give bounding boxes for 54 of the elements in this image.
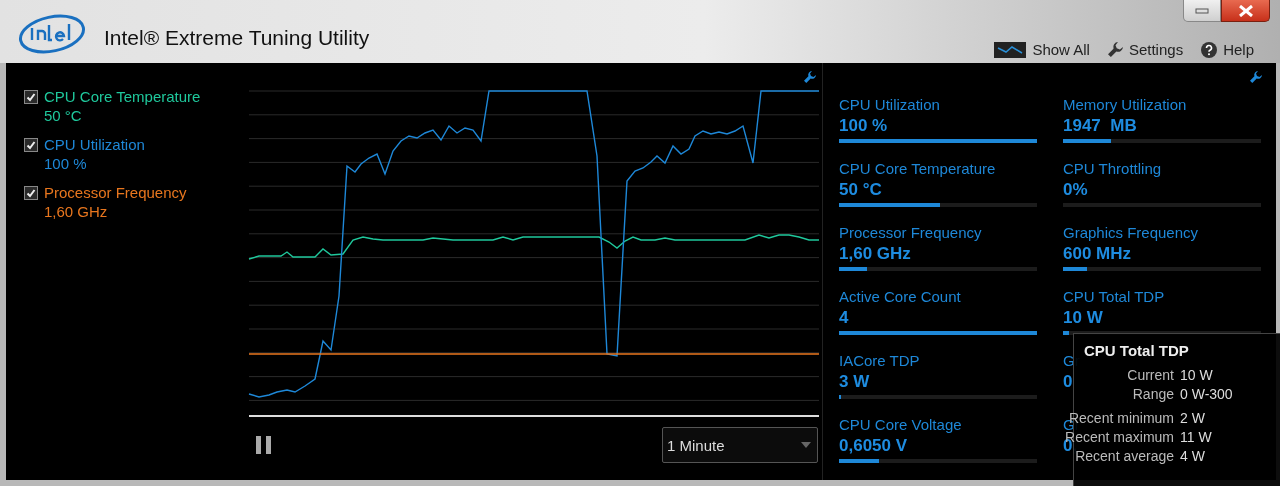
metric-value: 100 % <box>839 116 888 136</box>
metric-value: 0% <box>1063 180 1088 200</box>
tooltip-label: Recent average <box>1075 448 1174 464</box>
tooltip-value: 0 W-300 <box>1180 386 1234 402</box>
tooltip-label: Current <box>1127 367 1174 383</box>
metric-label: Processor Frequency <box>839 224 982 241</box>
metric-value: 1,60 GHz <box>839 244 911 264</box>
tooltip-label: Range <box>1132 386 1174 402</box>
metric-label: IACore TDP <box>839 352 920 369</box>
checkbox[interactable] <box>24 138 38 152</box>
legend-label: CPU Core Temperature <box>44 88 202 105</box>
legend-value: 1,60 GHz <box>44 203 109 220</box>
metric-label: CPU Utilization <box>839 96 940 113</box>
metric-label: Graphics Frequency <box>1063 224 1199 241</box>
metric-label: CPU Core Temperature <box>839 160 996 177</box>
tooltip-value: 4 W <box>1180 448 1206 464</box>
checkbox[interactable] <box>24 186 38 200</box>
tooltip-value: 2 W <box>1180 410 1206 426</box>
metric-value: 3 W <box>839 372 870 392</box>
tooltip-value: 10 W <box>1180 367 1214 383</box>
graph-icon <box>994 41 1027 58</box>
help-button[interactable]: Help <box>1201 41 1254 58</box>
caret-icon <box>801 442 811 448</box>
settings-button[interactable]: Settings <box>1107 41 1184 58</box>
metric-label: Memory Utilization <box>1063 96 1187 113</box>
metric-value: 1947 MB <box>1063 116 1137 136</box>
legend-label: CPU Utilization <box>44 136 146 153</box>
metric-value: 600 MHz <box>1063 244 1132 264</box>
legend-value: 100 % <box>44 155 88 172</box>
intel-logo <box>18 12 88 56</box>
metric-label: Active Core Count <box>839 288 961 305</box>
settings-icon[interactable] <box>1250 71 1262 83</box>
tooltip-title: CPU Total TDP <box>1084 342 1190 359</box>
metric-value: 4 <box>839 308 849 328</box>
metric-value: 10 W <box>1063 308 1103 328</box>
close-icon <box>1236 4 1255 17</box>
help-icon <box>1201 41 1218 58</box>
legend-label: Processor Frequency <box>44 184 188 201</box>
legend-value: 50 °C <box>44 107 83 124</box>
metric-label: CPU Total TDP <box>1063 288 1165 305</box>
tooltip-value: 11 W <box>1180 429 1213 445</box>
metric-value: 50 °C <box>839 180 882 200</box>
metric-label: CPU Core Voltage <box>839 416 962 433</box>
settings-icon[interactable] <box>804 71 816 83</box>
minimize-icon <box>1195 7 1209 14</box>
metric-value: 0 <box>1063 372 1073 392</box>
window-title: Intel® Extreme Tuning Utility <box>104 26 370 50</box>
metric-label: CPU Throttling <box>1063 160 1162 177</box>
close-button[interactable] <box>1221 0 1270 22</box>
show-all-button[interactable]: Show All <box>994 41 1090 58</box>
time-range-dropdown[interactable]: 1 Minute <box>662 427 818 463</box>
checkbox[interactable] <box>24 90 38 104</box>
settings-icon <box>1107 42 1123 57</box>
metric-value: 0,6050 V <box>839 436 908 456</box>
